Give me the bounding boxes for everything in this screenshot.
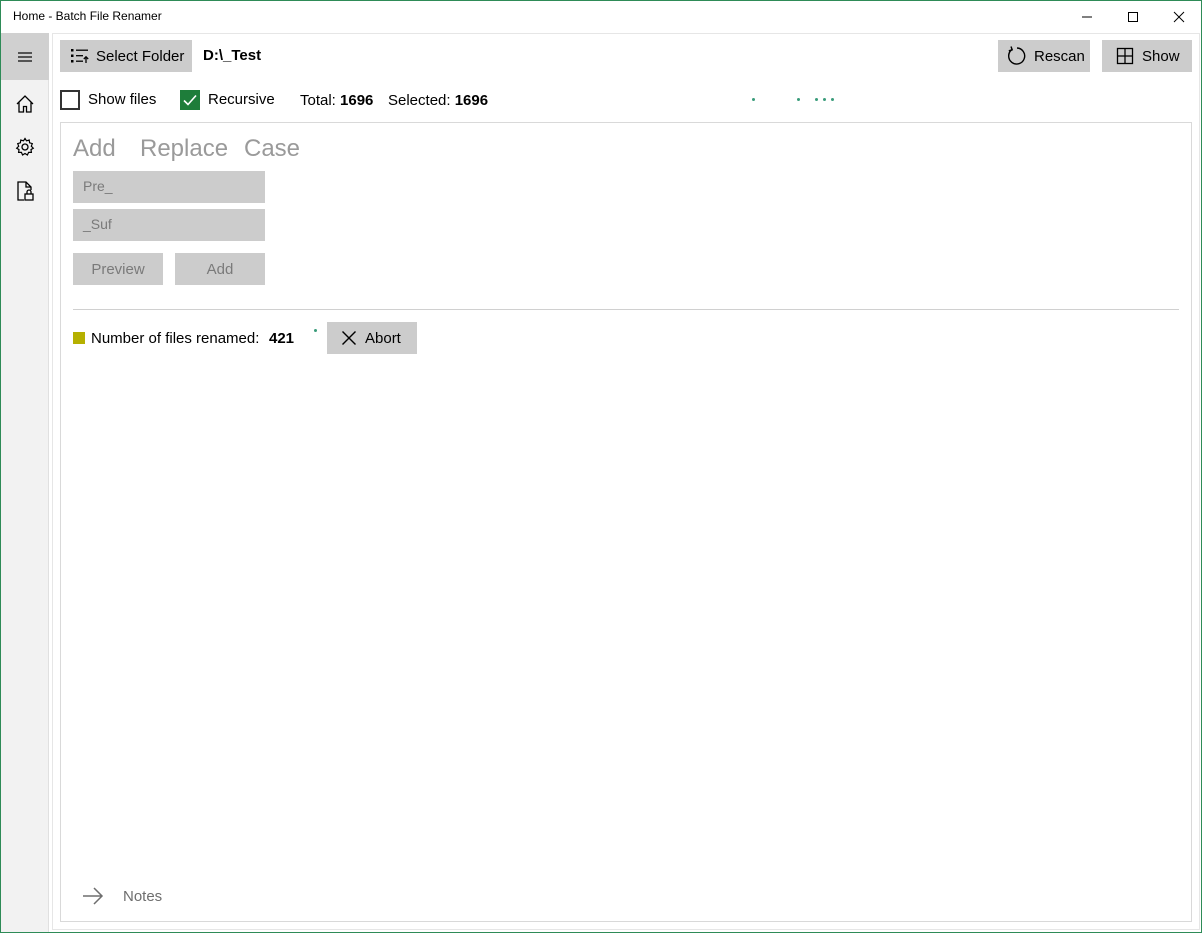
show-files-label: Show files <box>88 91 157 108</box>
close-icon <box>342 331 356 345</box>
title-bar: Home - Batch File Renamer <box>1 1 1201 33</box>
gear-icon <box>15 137 35 156</box>
rescan-label: Rescan <box>1034 47 1085 65</box>
rename-panel <box>60 122 1192 922</box>
selected-stat: Selected: 1696 <box>388 92 488 109</box>
sidebar-item-privacy[interactable] <box>1 169 49 213</box>
recursive-label: Recursive <box>208 91 275 108</box>
tab-add[interactable]: Add <box>73 135 116 163</box>
sidebar-item-settings[interactable] <box>1 125 49 169</box>
divider <box>73 309 1179 310</box>
progress-dot <box>815 98 818 101</box>
folder-path: D:\_Test <box>203 47 262 64</box>
maximize-button[interactable] <box>1110 1 1156 33</box>
select-folder-button[interactable]: Select Folder <box>60 40 192 72</box>
progress-dot <box>797 98 800 101</box>
checkmark-icon <box>183 94 197 106</box>
renamed-count: 421 <box>269 330 295 347</box>
preview-button[interactable]: Preview <box>73 253 163 285</box>
folder-list-icon <box>71 49 89 63</box>
total-value: 1696 <box>340 92 374 109</box>
nav-sidebar <box>1 33 49 932</box>
rescan-button[interactable]: Rescan <box>998 40 1090 72</box>
hamburger-menu-button[interactable] <box>1 33 49 80</box>
total-label: Total: <box>300 92 336 109</box>
progress-dot <box>823 98 826 101</box>
selected-label: Selected: <box>388 92 451 109</box>
close-icon <box>1173 11 1185 23</box>
progress-dot <box>831 98 834 101</box>
refresh-icon <box>1008 46 1026 65</box>
notes-label[interactable]: Notes <box>123 888 162 905</box>
minimize-icon <box>1082 16 1092 18</box>
recursive-checkbox[interactable] <box>180 90 200 110</box>
select-folder-label: Select Folder <box>96 47 185 65</box>
add-button[interactable]: Add <box>175 253 265 285</box>
minimize-button[interactable] <box>1064 1 1110 33</box>
suffix-input[interactable]: _Suf <box>73 209 265 241</box>
show-files-checkbox[interactable] <box>60 90 80 110</box>
tab-case[interactable]: Case <box>244 135 300 163</box>
tab-replace[interactable]: Replace <box>140 135 228 163</box>
arrow-right-icon[interactable] <box>81 885 105 907</box>
total-stat: Total: 1696 <box>300 92 373 109</box>
status-indicator <box>73 332 85 344</box>
document-lock-icon <box>17 181 34 201</box>
maximize-icon <box>1128 12 1138 22</box>
window-title: Home - Batch File Renamer <box>13 9 162 23</box>
progress-dot <box>314 329 317 332</box>
progress-dot <box>752 98 755 101</box>
grid-view-icon <box>1116 47 1134 65</box>
show-button[interactable]: Show <box>1102 40 1192 72</box>
sidebar-item-home[interactable] <box>1 82 49 126</box>
renamed-label: Number of files renamed: <box>91 330 260 347</box>
prefix-input[interactable]: Pre_ <box>73 171 265 203</box>
app-window: Home - Batch File Renamer Select Folder <box>0 0 1202 933</box>
home-icon <box>16 95 34 113</box>
show-label: Show <box>1142 47 1180 65</box>
close-button[interactable] <box>1156 1 1202 33</box>
abort-button[interactable]: Abort <box>327 322 417 354</box>
hamburger-icon <box>18 51 32 62</box>
abort-label: Abort <box>365 329 401 347</box>
selected-value: 1696 <box>454 92 489 109</box>
